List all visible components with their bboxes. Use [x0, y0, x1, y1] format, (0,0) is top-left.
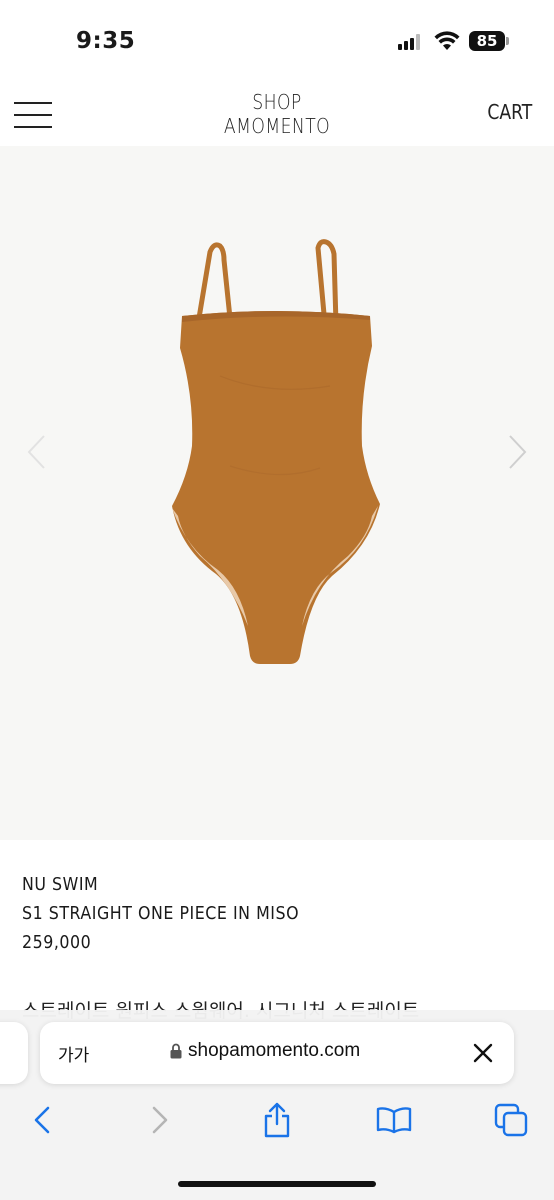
chevron-left-icon[interactable]	[26, 434, 46, 470]
product-name: S1 STRAIGHT ONE PIECE IN MISO	[22, 903, 300, 924]
product-brand: NU SWIM	[22, 874, 99, 895]
page-settings-button[interactable]: 가가	[58, 1041, 89, 1066]
site-header: SHOP AMOMENTO CART	[0, 80, 554, 146]
status-time: 9:35	[76, 28, 136, 54]
back-icon[interactable]	[22, 1100, 62, 1140]
battery-icon: 85	[469, 31, 505, 51]
product-image-carousel[interactable]	[0, 146, 554, 840]
swimsuit-image	[172, 239, 380, 664]
wifi-icon	[434, 31, 460, 51]
close-icon[interactable]	[472, 1042, 494, 1064]
hamburger-menu-icon[interactable]	[14, 102, 52, 128]
bookmarks-icon[interactable]	[374, 1100, 414, 1140]
chevron-right-icon[interactable]	[508, 434, 528, 470]
url-display[interactable]: shopamomento.com	[170, 1040, 360, 1062]
tabs-icon[interactable]	[491, 1100, 531, 1140]
cellular-signal-icon	[398, 34, 424, 50]
share-icon[interactable]	[257, 1100, 297, 1140]
lock-icon	[170, 1043, 182, 1059]
brand-line-2: AMOMENTO	[223, 114, 331, 138]
status-bar: 9:35 85	[0, 0, 554, 80]
battery-tip	[506, 37, 509, 45]
product-price: 259,000	[22, 932, 92, 953]
cart-link[interactable]: CART	[487, 100, 532, 124]
address-bar[interactable]: 가가 shopamomento.com	[40, 1022, 514, 1084]
brand-line-1: SHOP	[252, 90, 302, 114]
home-indicator	[178, 1181, 376, 1187]
previous-tab-peek[interactable]	[0, 1022, 28, 1084]
product-info: NU SWIM S1 STRAIGHT ONE PIECE IN MISO 25…	[22, 870, 337, 957]
brand-logo[interactable]: SHOP AMOMENTO	[191, 90, 363, 138]
url-text: shopamomento.com	[188, 1040, 361, 1061]
forward-icon[interactable]	[140, 1100, 180, 1140]
